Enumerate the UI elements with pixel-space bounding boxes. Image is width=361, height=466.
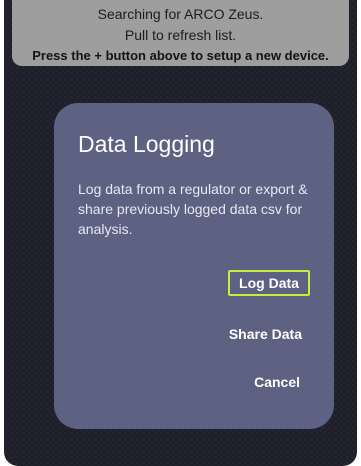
- log-data-button[interactable]: Log Data: [228, 270, 310, 296]
- share-data-button[interactable]: Share Data: [229, 326, 302, 342]
- refresh-hint-text: Pull to refresh list.: [124, 27, 237, 43]
- app-screen: Searching for ARCO Zeus. Pull to refresh…: [4, 0, 357, 466]
- cancel-button[interactable]: Cancel: [254, 374, 300, 390]
- data-logging-dialog: Data Logging Log data from a regulator o…: [54, 103, 334, 429]
- search-status-banner: Searching for ARCO Zeus. Pull to refresh…: [12, 0, 349, 66]
- setup-hint-text: Press the + button above to setup a new …: [32, 48, 329, 63]
- dialog-title: Data Logging: [78, 131, 215, 157]
- dialog-message: Log data from a regulator or export & sh…: [78, 181, 308, 237]
- search-status-text: Searching for ARCO Zeus.: [97, 6, 264, 22]
